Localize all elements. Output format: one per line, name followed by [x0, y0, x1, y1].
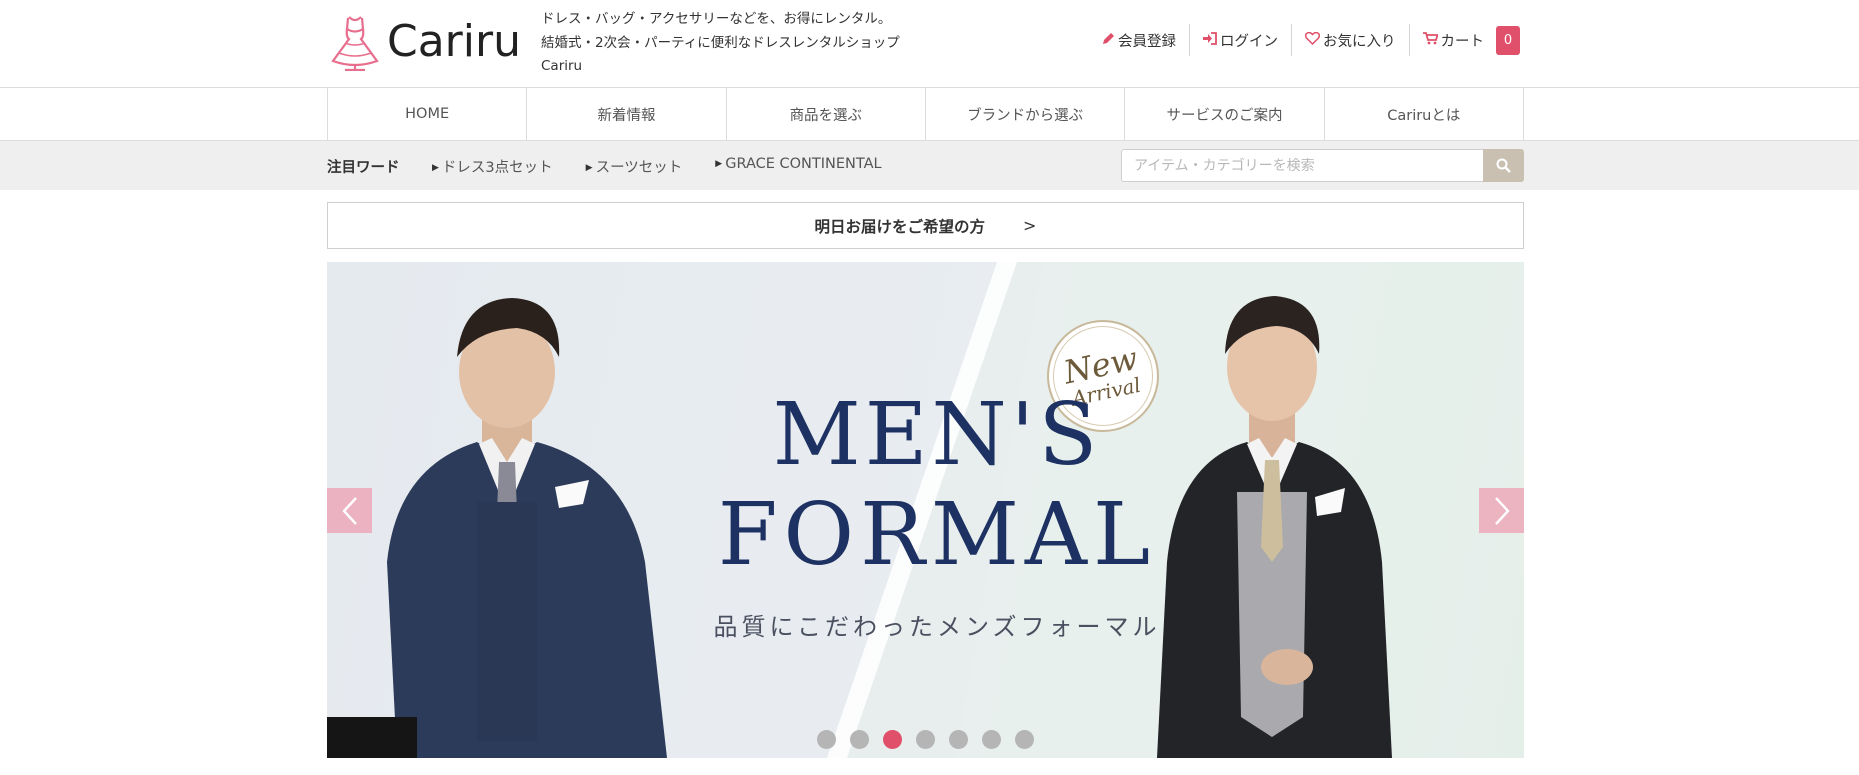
- model-black-suit-image: [1157, 296, 1392, 758]
- caret-right-icon: ▶: [715, 159, 723, 169]
- carousel-pagination: [327, 730, 1524, 749]
- hot-word-label: GRACE CONTINENTAL: [725, 156, 882, 172]
- heart-icon: [1304, 31, 1321, 49]
- logo[interactable]: Cariru: [327, 12, 523, 72]
- carousel-dot[interactable]: [982, 730, 1001, 749]
- carousel-prev-button[interactable]: [327, 488, 372, 533]
- main-nav: HOME 新着情報 商品を選ぶ ブランドから選ぶ サービスのご案内 Cariru…: [327, 88, 1524, 140]
- banner-title: MEN'S FORMAL: [707, 392, 1167, 578]
- cart-label: カート: [1440, 33, 1485, 50]
- nav-item-products[interactable]: 商品を選ぶ: [727, 88, 926, 140]
- site-header: Cariru ドレス・バッグ・アクセサリーなどを、お得にレンタル。 結婚式・2次…: [0, 0, 1859, 88]
- site-tagline: ドレス・バッグ・アクセサリーなどを、お得にレンタル。 結婚式・2次会・パーティに…: [541, 8, 900, 79]
- carousel-dot[interactable]: [916, 730, 935, 749]
- hero-carousel[interactable]: New Arrival MEN'S FORMAL 品質にこだわったメンズフォーマ…: [327, 262, 1524, 758]
- login-link[interactable]: ログイン: [1189, 24, 1291, 56]
- dress-logo-icon: [331, 16, 379, 71]
- chevron-left-icon: [341, 496, 357, 525]
- register-link[interactable]: 会員登録: [1100, 24, 1189, 56]
- login-label: ログイン: [1220, 33, 1278, 50]
- caret-right-icon: ▶: [432, 163, 439, 173]
- header-links: 会員登録 ログイン お気に入り カート 0: [1100, 24, 1533, 56]
- cart-link[interactable]: カート 0: [1408, 24, 1534, 56]
- hot-word-link[interactable]: ▶ ドレス3点セット: [432, 156, 553, 177]
- nav-item-home[interactable]: HOME: [328, 88, 528, 140]
- hot-word-link[interactable]: ▶ スーツセット: [586, 156, 683, 177]
- favorites-link[interactable]: お気に入り: [1291, 24, 1409, 56]
- banner-title-line-2: FORMAL: [717, 485, 1157, 585]
- carousel-dot[interactable]: [817, 730, 836, 749]
- next-day-delivery-link[interactable]: 明日お届けをご希望の方 >: [327, 202, 1524, 249]
- nav-item-brands[interactable]: ブランドから選ぶ: [926, 88, 1126, 140]
- nav-item-services[interactable]: サービスのご案内: [1125, 88, 1325, 140]
- sign-in-icon: [1203, 31, 1217, 49]
- model-navy-suit-image: [327, 298, 667, 758]
- chevron-right-icon: [1494, 496, 1510, 525]
- search-form: [1121, 149, 1524, 182]
- tagline-line: Cariru: [541, 58, 583, 74]
- carousel-dot[interactable]: [883, 730, 902, 749]
- banner-subtitle: 品質にこだわったメンズフォーマル: [713, 613, 1161, 641]
- banner-title-line-1: MEN'S: [772, 385, 1102, 485]
- search-button[interactable]: [1483, 149, 1524, 182]
- hot-words-list: ▶ ドレス3点セット ▶ スーツセット ▶ GRACE CONTINENTAL: [432, 156, 915, 177]
- carousel-dot[interactable]: [1015, 730, 1034, 749]
- nav-item-new-arrivals[interactable]: 新着情報: [527, 88, 727, 140]
- carousel-next-button[interactable]: [1479, 488, 1524, 533]
- hot-word-label: ドレス3点セット: [441, 160, 553, 176]
- caret-right-icon: ▶: [585, 163, 593, 173]
- search-input[interactable]: [1121, 149, 1483, 182]
- delivery-arrow: >: [1023, 216, 1037, 235]
- hot-words-title: 注目ワード: [327, 160, 400, 176]
- search-icon: [1496, 158, 1511, 173]
- carousel-dot[interactable]: [850, 730, 869, 749]
- register-label: 会員登録: [1118, 33, 1176, 50]
- cart-count-badge: 0: [1496, 25, 1520, 55]
- logo-text: Cariru: [387, 16, 521, 67]
- nav-item-about[interactable]: Cariruとは: [1325, 88, 1524, 140]
- tagline-line: 結婚式・2次会・パーティに便利なドレスレンタルショップ: [541, 34, 900, 51]
- hot-word-link[interactable]: ▶ GRACE CONTINENTAL: [715, 156, 881, 177]
- favorites-label: お気に入り: [1323, 33, 1396, 50]
- pencil-icon: [1102, 32, 1115, 49]
- carousel-dot[interactable]: [949, 730, 968, 749]
- tagline-line: ドレス・バッグ・アクセサリーなどを、お得にレンタル。: [541, 11, 892, 27]
- hot-words-bar: 注目ワード ▶ ドレス3点セット ▶ スーツセット ▶ GRACE CONTINENT…: [0, 140, 1859, 190]
- shopping-cart-icon: [1422, 31, 1439, 49]
- hot-word-label: スーツセット: [595, 160, 683, 176]
- delivery-label: 明日お届けをご希望の方: [814, 217, 986, 236]
